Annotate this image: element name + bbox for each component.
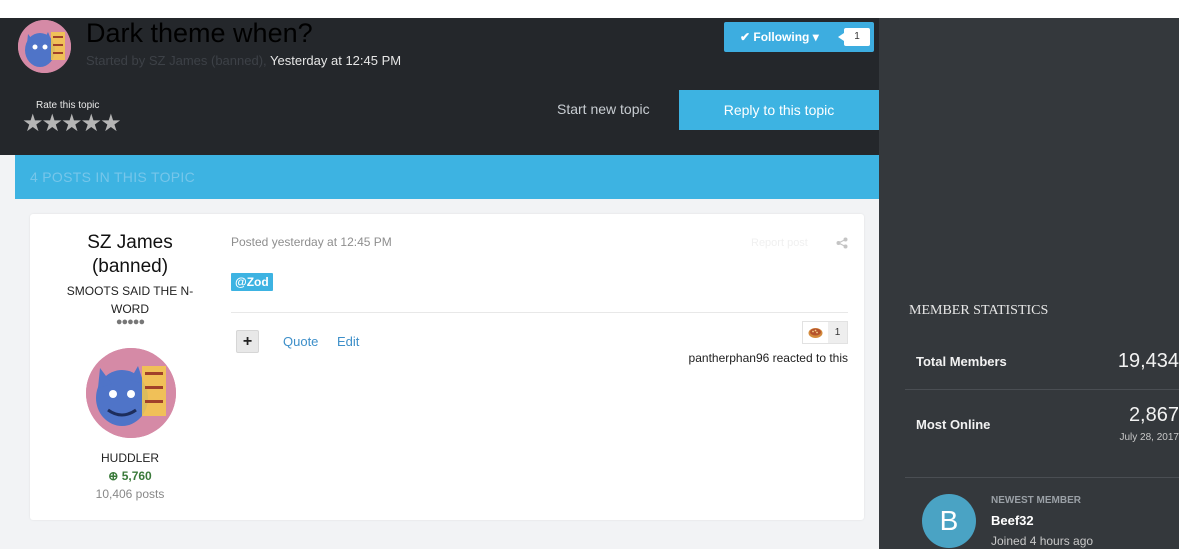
member-statistics-title: MEMBER STATISTICS — [909, 303, 1049, 318]
rating-stars[interactable]: ★★★★★ — [22, 109, 122, 138]
newest-member-joined: Joined 4 hours ago — [991, 534, 1094, 548]
post-author-avatar[interactable] — [86, 348, 176, 438]
start-new-topic-link[interactable]: Start new topic — [557, 101, 650, 117]
post-timestamp[interactable]: Posted yesterday at 12:45 PM — [231, 235, 392, 249]
plus-circle-icon: ⊕ — [108, 469, 119, 483]
report-post-link[interactable]: Report post — [751, 237, 808, 249]
started-by-text[interactable]: Started by SZ James (banned), — [86, 53, 267, 68]
multiquote-plus-button[interactable]: + — [236, 330, 259, 353]
total-members-row: Total Members 19,434 — [905, 336, 1179, 390]
newest-member-label: NEWEST MEMBER — [991, 495, 1081, 506]
total-members-label: Total Members — [916, 354, 1007, 369]
post-divider — [231, 312, 848, 313]
panther-avatar-icon — [18, 20, 71, 73]
post-author-title: SMOOTS SAID THE N-WORD — [66, 284, 194, 316]
post-author-group: HUDDLER — [100, 451, 159, 465]
topic-author-avatar[interactable] — [18, 20, 71, 73]
topic-title: Dark theme when? — [86, 18, 313, 48]
following-button[interactable]: ✔ Following ▾ 1 — [724, 22, 874, 52]
posts-count-label: 4 POSTS IN THIS TOPIC — [30, 169, 196, 185]
post-author-post-count: 10,406 posts — [95, 487, 165, 501]
post-author-reputation: ⊕ 5,760 — [60, 469, 200, 483]
most-online-value: 2,867 — [1128, 404, 1179, 426]
share-icon[interactable] — [836, 237, 848, 249]
reacted-by-text[interactable]: pantherphan96 reacted to this — [600, 351, 848, 365]
topic-meta: Started by SZ James (banned), Yesterday … — [86, 53, 401, 68]
follower-count-badge: 1 — [838, 28, 870, 46]
reaction-widget[interactable]: 1 — [802, 321, 848, 344]
pie-reaction-icon — [808, 328, 823, 338]
started-time: Yesterday at 12:45 PM — [270, 53, 402, 68]
user-mention[interactable]: @Zod — [231, 273, 273, 291]
reply-to-topic-button[interactable]: Reply to this topic — [679, 90, 879, 130]
newest-member-name[interactable]: Beef32 — [991, 513, 1034, 528]
most-online-date: July 28, 2017 — [1119, 432, 1179, 443]
most-online-row: Most Online 2,867 July 28, 2017 — [905, 390, 1179, 478]
most-online-label: Most Online — [916, 417, 991, 432]
following-label: ✔ Following ▾ — [740, 30, 819, 44]
edit-link[interactable]: Edit — [337, 334, 359, 349]
posts-count-bar: 4 POSTS IN THIS TOPIC — [15, 155, 879, 199]
author-rank-pips: ●●●●● — [115, 316, 145, 328]
total-members-value: 19,434 — [1117, 350, 1179, 372]
post-author-name[interactable]: SZ James (banned) — [50, 231, 210, 279]
quote-link[interactable]: Quote — [283, 334, 318, 349]
reputation-value: 5,760 — [121, 469, 152, 483]
panther-avatar-icon — [86, 348, 176, 438]
newest-member-avatar[interactable]: B — [922, 494, 976, 548]
reaction-count: 1 — [828, 322, 847, 343]
page: Dark theme when? Started by SZ James (ba… — [0, 18, 1179, 549]
